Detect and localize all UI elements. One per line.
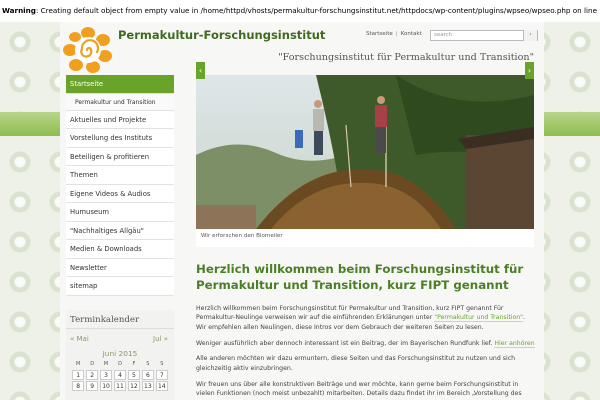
warning-text: : Creating default object from empty val… [35, 6, 600, 15]
calendar-next-month[interactable]: Jul » [153, 335, 168, 343]
calendar-title: Terminkalender [66, 310, 174, 329]
sidebar-item-themen[interactable]: Themen [66, 166, 174, 185]
sidebar-item-sitemap[interactable]: sitemap [66, 277, 174, 296]
search-button[interactable]: › [523, 30, 537, 41]
search-input[interactable]: search › [430, 30, 538, 41]
chevron-left-icon: ‹ [198, 66, 203, 75]
link-hier-anhoeren[interactable]: Hier anhören [494, 339, 535, 348]
calendar-day[interactable]: 4 [113, 369, 127, 380]
top-link-kontakt[interactable]: Kontakt [401, 31, 422, 37]
slider-prev-button[interactable]: ‹ [196, 62, 205, 79]
sidebar-item-newsletter[interactable]: Newsletter [66, 258, 174, 277]
sidebar-item-permakultur-transition[interactable]: Permakultur und Transition [66, 93, 174, 111]
calendar-nav: « Mai Jul » [66, 333, 174, 347]
calendar-month: Juni 2015 [102, 349, 138, 358]
page-container: Permakultur-Forschungsinstitut Startseit… [60, 22, 544, 400]
top-link-startseite[interactable]: Startseite [366, 31, 393, 37]
calendar-weekday: F [132, 361, 136, 367]
slide-photo-biomeiler [196, 75, 534, 229]
image-slider[interactable]: Wir erforschen den Biomeiler [196, 75, 534, 247]
calendar-day[interactable]: 1 [72, 369, 85, 380]
event-calendar: Terminkalender « Mai Jul » Juni 2015 M D… [66, 310, 174, 400]
calendar-day[interactable]: 8 [72, 381, 85, 391]
intro-paragraph: Herzlich willkommen beim Forschungsinsti… [196, 304, 536, 333]
calendar-day[interactable]: 5 [127, 369, 141, 380]
sidebar-item-nachhaltiges-allgaeu[interactable]: "Nachhaltiges Allgäu" [66, 221, 174, 240]
slide-caption: Wir erforschen den Biomeiler [201, 233, 283, 239]
contribute-paragraph: Wir freuen uns über alle konstruktiven B… [196, 380, 522, 400]
calendar-day[interactable]: 11 [113, 381, 127, 391]
site-title[interactable]: Permakultur-Forschungsinstitut [118, 28, 325, 42]
slider-next-button[interactable]: › [525, 62, 534, 79]
main-content: Herzlich willkommen beim Forschungsinsti… [196, 262, 536, 400]
calendar-weekday: S [160, 361, 164, 367]
sidebar-item-humuseum[interactable]: Humuseum [66, 203, 174, 222]
sidebar-item-medien-downloads[interactable]: Medien & Downloads [66, 240, 174, 259]
sidebar-item-videos-audios[interactable]: Eigene Videos & Audios [66, 184, 174, 203]
calendar-weekday: D [90, 361, 95, 367]
php-warning: Warning: Creating default object from em… [0, 0, 600, 22]
calendar-weekday: D [118, 361, 122, 367]
site-slogan: "Forschungsinstitut für Permakultur und … [278, 52, 534, 63]
calendar-weekday: M [76, 361, 81, 367]
calendar-day[interactable]: 10 [99, 381, 113, 391]
calendar-day[interactable]: 6 [141, 369, 155, 380]
chevron-right-icon: › [527, 66, 532, 75]
page-title: Herzlich willkommen beim Forschungsinsti… [196, 262, 524, 292]
sidebar-nav: Startseite Permakultur und Transition Ak… [66, 75, 174, 296]
calendar-day[interactable]: 13 [141, 381, 155, 391]
calendar-weekday: S [146, 361, 150, 367]
warning-label: Warning [2, 6, 36, 15]
sidebar-item-beteiligen[interactable]: Beteiligen & profitieren [66, 147, 174, 166]
calendar-grid: M D M D F S S 1 2 3 4 5 6 7 8 9 10 11 12… [66, 358, 174, 393]
link-permakultur-transition[interactable]: "Permakultur und Transition" [434, 314, 524, 323]
calendar-weekday: M [103, 361, 109, 367]
search-placeholder: search [434, 32, 453, 38]
encourage-paragraph: Alle anderen möchten wir dazu ermuntern,… [196, 355, 516, 372]
sidebar-item-startseite[interactable]: Startseite [66, 75, 174, 94]
sidebar-item-vorstellung[interactable]: Vorstellung des Instituts [66, 129, 174, 148]
top-link-separator: | [395, 31, 398, 37]
radio-paragraph: Weniger ausführlich aber dennoch interes… [196, 339, 536, 349]
sidebar-item-aktuelles[interactable]: Aktuelles und Projekte [66, 110, 174, 129]
calendar-day[interactable]: 3 [99, 369, 113, 380]
calendar-prev-month[interactable]: « Mai [70, 335, 89, 343]
spiral-logo-icon[interactable] [60, 24, 116, 74]
radio-text: Weniger ausführlich aber dennoch interes… [196, 339, 495, 347]
top-links: Startseite | Kontakt [366, 31, 422, 37]
calendar-day[interactable]: 9 [85, 381, 99, 391]
calendar-day[interactable]: 12 [127, 381, 141, 391]
calendar-day[interactable]: 7 [155, 369, 168, 380]
calendar-day[interactable]: 14 [155, 381, 168, 391]
calendar-day[interactable]: 2 [85, 369, 99, 380]
header: Permakultur-Forschungsinstitut Startseit… [60, 22, 544, 74]
